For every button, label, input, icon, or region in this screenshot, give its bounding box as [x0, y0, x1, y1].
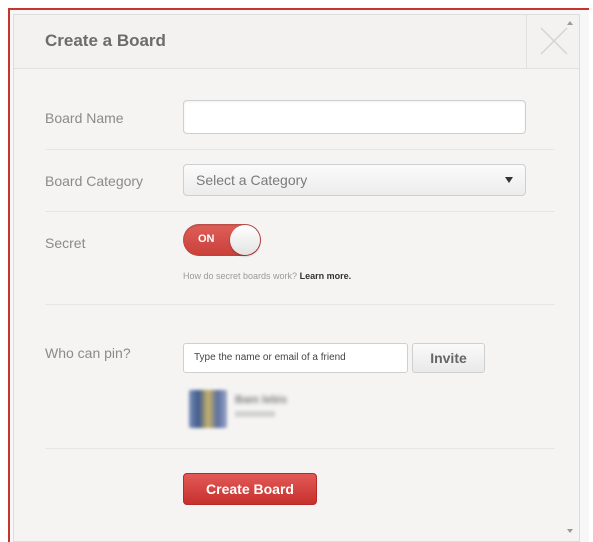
secret-toggle[interactable]: ON — [183, 224, 261, 256]
invite-button[interactable]: Invite — [412, 343, 485, 373]
invite-input[interactable]: Type the name or email of a friend — [183, 343, 408, 373]
secret-help-text: How do secret boards work? — [183, 271, 298, 281]
board-name-input[interactable] — [183, 100, 526, 134]
divider — [45, 211, 555, 212]
scroll-up-arrow-icon[interactable] — [567, 21, 573, 25]
toggle-knob — [230, 225, 260, 255]
toggle-state-text: ON — [198, 233, 215, 245]
caret-down-icon — [505, 177, 513, 183]
collaborator-item: Bam lebis — [189, 390, 329, 430]
divider — [45, 149, 555, 150]
dialog-title: Create a Board — [45, 31, 166, 50]
create-board-dialog: Create a Board Board Name Board Category… — [13, 14, 580, 542]
divider — [45, 304, 555, 305]
secret-label: Secret — [45, 235, 86, 251]
secret-help: How do secret boards work? Learn more. — [183, 271, 351, 281]
board-name-label: Board Name — [45, 110, 124, 126]
avatar — [189, 390, 227, 428]
dialog-header: Create a Board — [14, 15, 579, 69]
board-category-selected: Select a Category — [196, 172, 308, 188]
board-category-label: Board Category — [45, 173, 144, 189]
collaborator-name: Bam lebis — [235, 394, 287, 406]
divider — [45, 448, 555, 449]
create-board-button[interactable]: Create Board — [183, 473, 317, 505]
scroll-down-arrow-icon[interactable] — [567, 529, 573, 533]
who-can-pin-label: Who can pin? — [45, 345, 131, 361]
collaborator-subtext — [235, 411, 275, 417]
learn-more-link[interactable]: Learn more. — [300, 271, 352, 281]
close-icon — [540, 27, 568, 55]
board-category-select[interactable]: Select a Category — [183, 164, 526, 196]
